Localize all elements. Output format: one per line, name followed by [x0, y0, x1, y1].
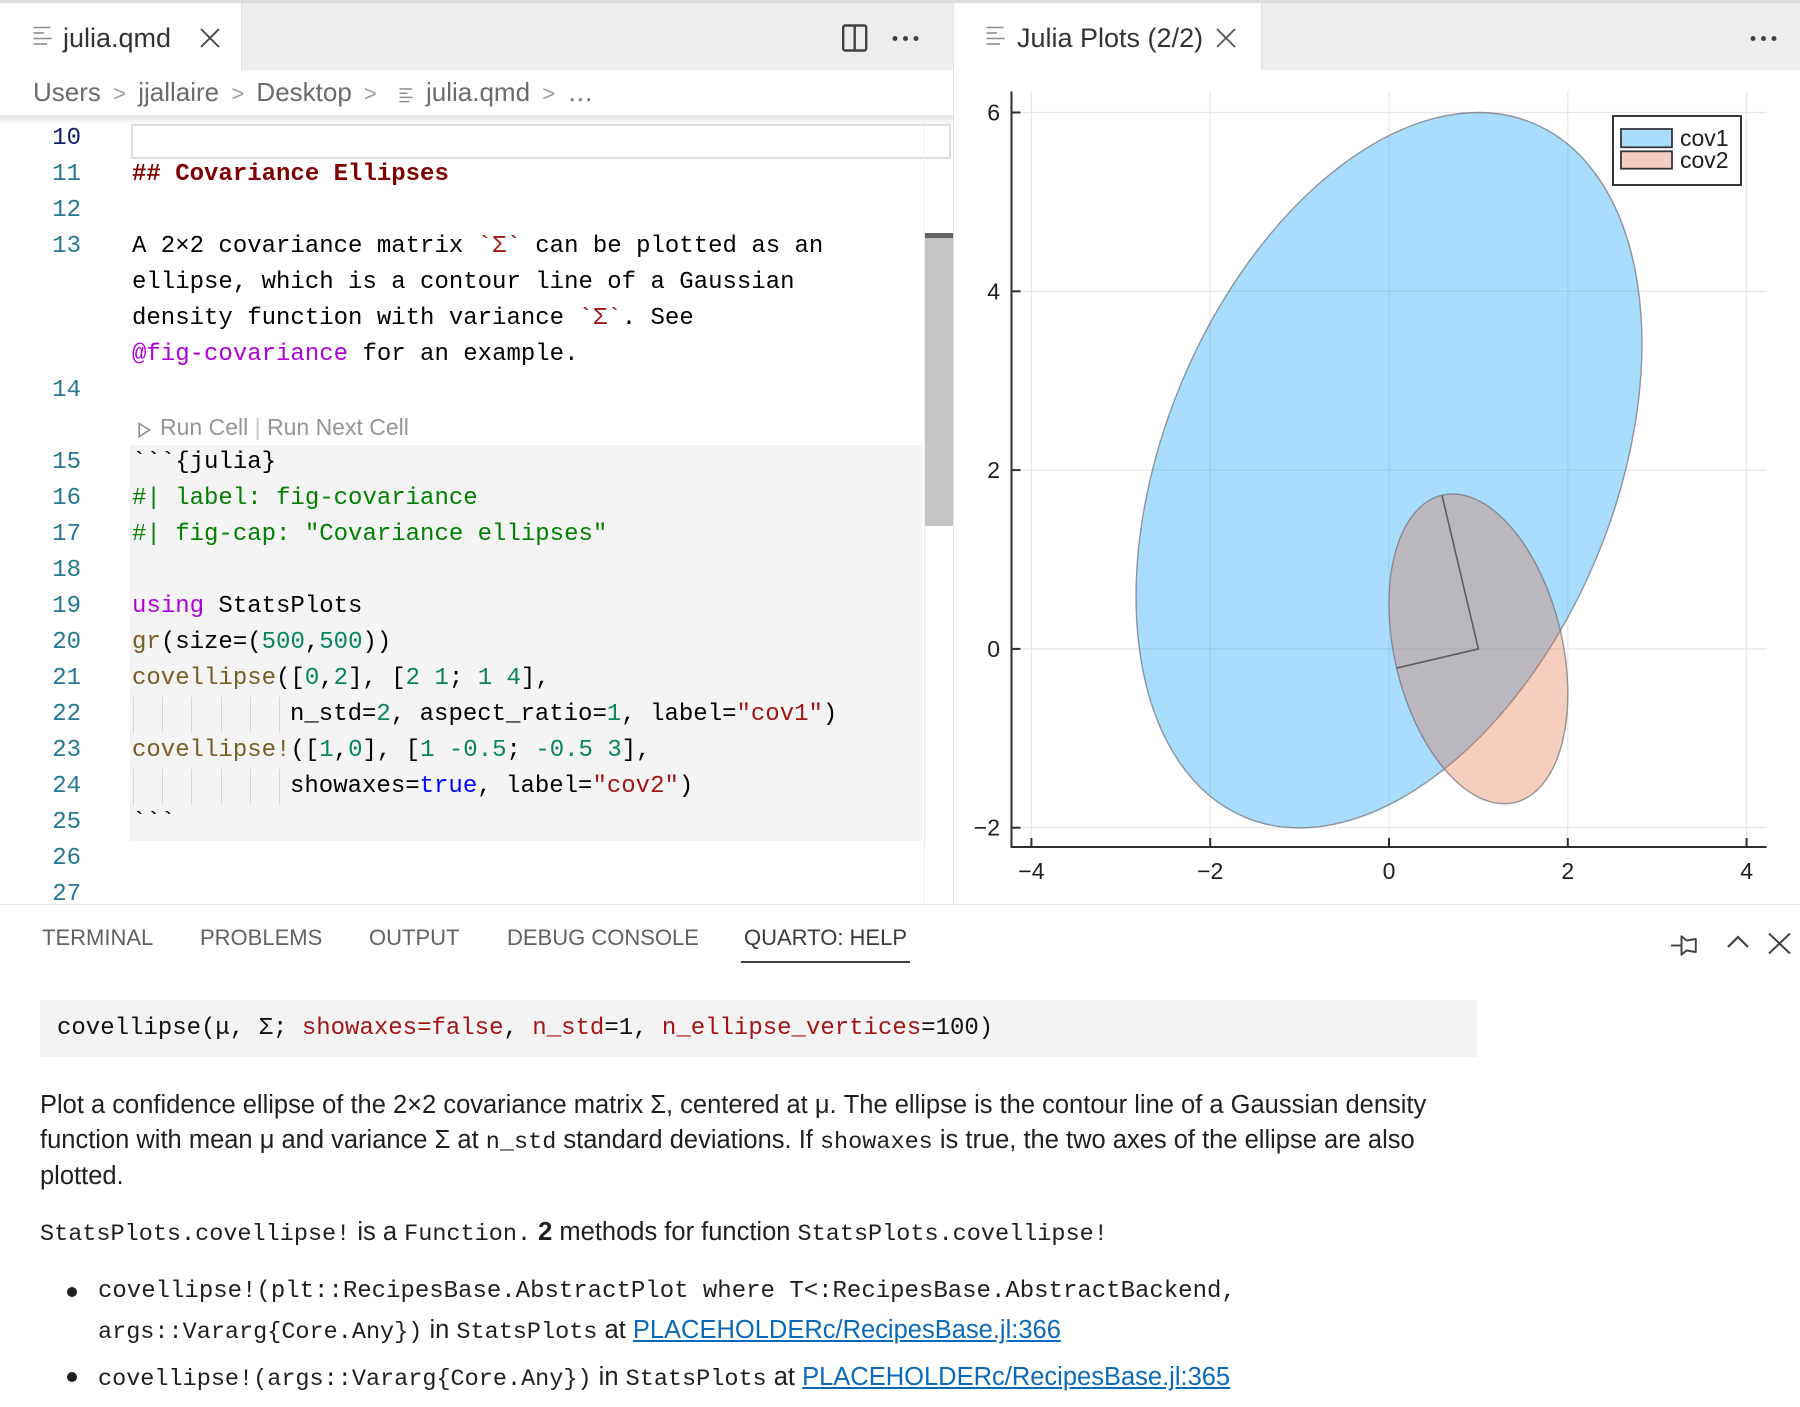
svg-text:2: 2	[1561, 858, 1574, 884]
svg-text:cov2: cov2	[1680, 147, 1729, 173]
svg-text:4: 4	[987, 278, 1000, 304]
svg-text:6: 6	[987, 100, 1000, 126]
svg-text:0: 0	[987, 636, 1000, 662]
svg-text:−2: −2	[1197, 858, 1223, 884]
svg-text:4: 4	[1740, 858, 1753, 884]
svg-text:−4: −4	[1018, 858, 1044, 884]
svg-text:2: 2	[987, 457, 1000, 483]
svg-text:−2: −2	[974, 815, 1000, 841]
svg-text:0: 0	[1383, 858, 1396, 884]
